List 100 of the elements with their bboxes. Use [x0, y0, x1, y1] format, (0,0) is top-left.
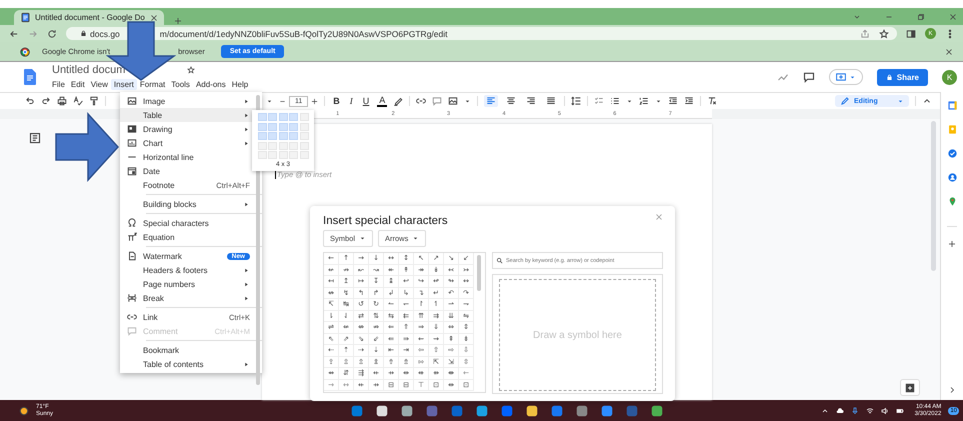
video-chat-icon[interactable]: [424, 404, 439, 418]
table-grid-cell[interactable]: [268, 122, 277, 130]
table-grid-cell[interactable]: [300, 151, 308, 159]
present-button[interactable]: [828, 69, 863, 85]
table-grid-cell[interactable]: [268, 151, 277, 159]
chevron-up-icon[interactable]: [820, 406, 829, 414]
numbered-list-icon[interactable]: [639, 96, 650, 106]
table-grid-cell[interactable]: [289, 132, 298, 140]
sun-icon[interactable]: [18, 404, 30, 416]
menu-item[interactable]: Format: [136, 79, 168, 90]
speaker-icon[interactable]: [880, 406, 889, 414]
caret-icon[interactable]: [266, 98, 273, 104]
browser-round-icon[interactable]: [650, 404, 664, 418]
bulleted-list-icon[interactable]: [610, 96, 620, 106]
caret-icon[interactable]: [464, 98, 472, 104]
explore-button[interactable]: [900, 379, 920, 396]
clear-formatting-icon[interactable]: [707, 96, 718, 106]
table-grid-cell[interactable]: [278, 122, 288, 130]
scrollbar[interactable]: [931, 121, 936, 271]
table-grid-cell[interactable]: [268, 132, 277, 140]
media-player-icon[interactable]: [574, 404, 589, 418]
wifi-icon[interactable]: [866, 406, 874, 414]
menu-item[interactable]: Image: [120, 94, 262, 108]
folder-icon[interactable]: [524, 404, 539, 418]
table-grid-cell[interactable]: [289, 142, 298, 150]
caret-icon[interactable]: [655, 98, 662, 104]
comment-icon[interactable]: [802, 71, 815, 83]
table-grid-cell[interactable]: [258, 113, 266, 121]
add-comment-icon[interactable]: [432, 96, 442, 106]
table-grid-cell[interactable]: [300, 122, 308, 130]
document-outline-icon[interactable]: [29, 132, 41, 144]
chevron-down-icon[interactable]: [853, 12, 861, 20]
reload-icon[interactable]: [47, 28, 57, 38]
menu-item[interactable]: Add-ons: [192, 79, 229, 90]
table-grid-cell[interactable]: [289, 122, 298, 130]
image-icon[interactable]: [448, 96, 458, 106]
menu-item[interactable]: Headers & footers: [120, 263, 262, 277]
box-icon[interactable]: [500, 404, 514, 418]
table-grid-cell[interactable]: [278, 132, 288, 140]
format-button[interactable]: B: [331, 96, 342, 106]
plus-icon[interactable]: [311, 98, 318, 104]
share-icon[interactable]: [860, 28, 870, 38]
format-button[interactable]: I: [348, 96, 355, 106]
line-spacing-icon[interactable]: [571, 96, 582, 106]
url-field[interactable]: docs.go m/document/d/1edyNNZ0bliFuv5SuB-fQolTy2U89N0AswVSPO6PGTRg/edit: [66, 27, 897, 40]
menu-item[interactable]: Tools: [168, 79, 193, 90]
decrease-indent-icon[interactable]: [668, 96, 678, 106]
close-icon[interactable]: [945, 48, 953, 56]
video-camera-icon[interactable]: [600, 404, 614, 418]
scrollbar[interactable]: [477, 255, 481, 291]
restore-icon[interactable]: [917, 12, 925, 20]
increase-indent-icon[interactable]: [684, 96, 694, 106]
document-title[interactable]: Untitled docum: [52, 64, 126, 76]
spellcheck-icon[interactable]: [73, 96, 83, 106]
document-icon[interactable]: [624, 404, 639, 418]
menu-item[interactable]: Insert: [110, 79, 137, 90]
menu-item[interactable]: View: [88, 79, 111, 90]
menu-item[interactable]: Equation: [120, 230, 262, 244]
table-grid-cell[interactable]: [258, 132, 266, 140]
expand-icon[interactable]: [948, 386, 956, 394]
browser-icon[interactable]: [474, 404, 489, 418]
table-grid-cell[interactable]: [268, 113, 277, 121]
calendar-icon[interactable]: [946, 100, 958, 111]
close-icon[interactable]: [150, 14, 158, 22]
new-tab-icon[interactable]: [174, 17, 182, 25]
microphone-icon[interactable]: [850, 406, 859, 414]
document-logo-icon[interactable]: [24, 69, 36, 85]
menu-item[interactable]: Bookmark: [120, 343, 262, 357]
redo-icon[interactable]: [41, 96, 51, 106]
menu-item[interactable]: Special characters: [120, 216, 262, 230]
table-grid-cell[interactable]: [278, 113, 288, 121]
menu-item[interactable]: Table of contents: [120, 357, 262, 371]
menu-item[interactable]: Building blocks: [120, 197, 262, 211]
globe-icon[interactable]: [550, 404, 564, 418]
side-panel-icon[interactable]: [906, 28, 916, 38]
highlighter-icon[interactable]: [393, 96, 404, 106]
format-button[interactable]: A: [377, 96, 388, 106]
link-icon[interactable]: [416, 96, 426, 106]
align-left-button[interactable]: [484, 95, 498, 107]
cloud-icon[interactable]: [836, 406, 844, 414]
format-button[interactable]: U: [360, 96, 372, 106]
paint-format-icon[interactable]: [89, 96, 99, 106]
table-grid-cell[interactable]: [289, 151, 298, 159]
battery-icon[interactable]: [896, 406, 904, 414]
menu-item[interactable]: Help: [228, 79, 252, 90]
close-icon[interactable]: [949, 12, 957, 20]
caret-icon[interactable]: [626, 98, 634, 104]
table-grid-cell[interactable]: [268, 142, 277, 150]
table-grid-cell[interactable]: [278, 142, 288, 150]
menu-item[interactable]: Break: [120, 291, 262, 305]
menu-item[interactable]: Edit: [68, 79, 88, 90]
table-grid-cell[interactable]: [278, 151, 288, 159]
share-button[interactable]: Share: [876, 68, 928, 86]
windows-logo-icon[interactable]: [350, 404, 364, 418]
table-grid-cell[interactable]: [300, 142, 308, 150]
checklist-icon[interactable]: [594, 96, 604, 106]
table-grid-cell[interactable]: [289, 113, 298, 121]
menu-item[interactable]: Table: [120, 108, 262, 122]
task-view-icon[interactable]: [400, 404, 414, 418]
search-icon[interactable]: [374, 404, 389, 418]
